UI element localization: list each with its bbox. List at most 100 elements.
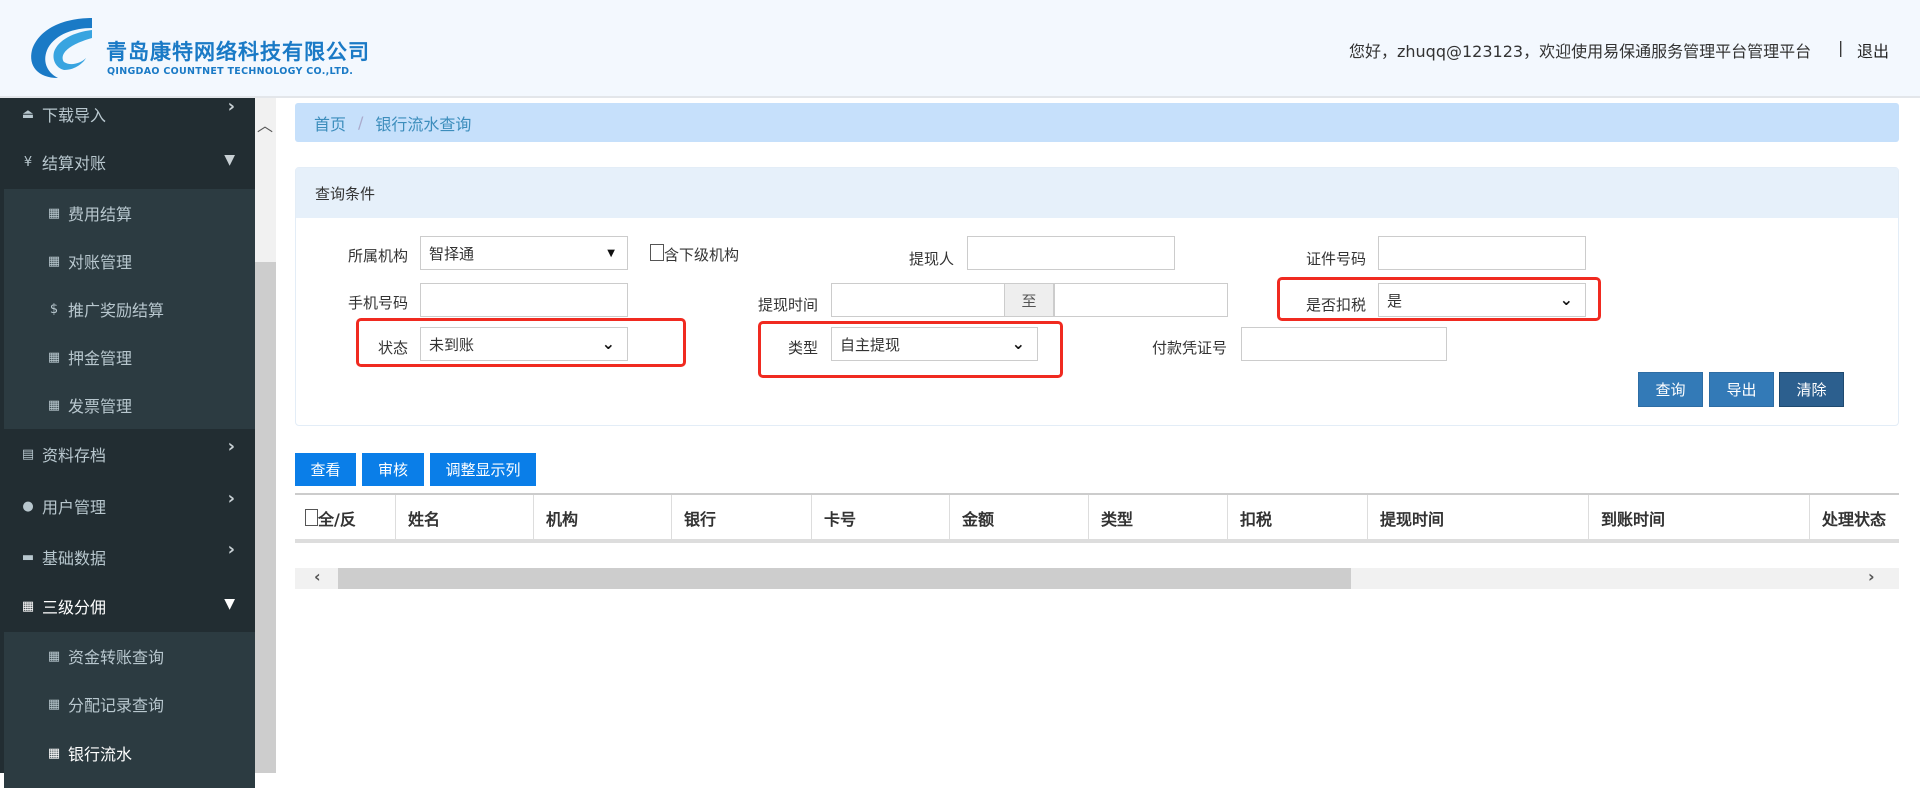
sidebar-item-label: 下载导入	[42, 106, 107, 125]
column-withdraw-time: 提现时间	[1368, 495, 1589, 540]
withdrawer-input[interactable]	[967, 236, 1175, 270]
highlight-box-type	[758, 321, 1063, 378]
include-sub-checkbox[interactable]	[650, 244, 664, 261]
chevron-right-icon: ›	[227, 96, 235, 117]
grid-icon: ▦	[47, 349, 61, 365]
sidebar-item-label: 用户管理	[42, 498, 107, 517]
breadcrumb-separator: /	[358, 113, 364, 132]
sidebar-item-download-import[interactable]: ⏏ 下载导入 ›	[0, 90, 255, 138]
org-label: 所属机构	[347, 247, 408, 265]
download-icon: ⏏	[21, 106, 35, 122]
company-logo	[31, 18, 93, 78]
grid-icon: ▦	[21, 598, 35, 614]
user-icon: ●	[22, 498, 34, 514]
view-button[interactable]: 查看	[295, 453, 356, 486]
scroll-left-icon[interactable]: ‹	[314, 567, 321, 586]
chevron-down-icon: ▼	[224, 152, 235, 168]
chevron-right-icon: ›	[227, 488, 235, 509]
scroll-up-icon[interactable]: ︿	[257, 112, 273, 136]
breadcrumb-home[interactable]: 首页	[314, 111, 346, 135]
grid-icon: ▦	[47, 253, 61, 269]
sidebar-item-settlement[interactable]: ¥ 结算对账 ▼	[0, 138, 255, 186]
column-process-status: 处理状态	[1822, 509, 1887, 529]
phone-input[interactable]	[420, 283, 628, 317]
sidebar-item-fee-settlement[interactable]: ▦ 费用结算	[4, 189, 255, 237]
grid-icon: ▦	[47, 745, 61, 761]
time-from-input[interactable]	[831, 283, 1005, 317]
audit-button[interactable]: 审核	[362, 453, 424, 486]
time-to-input[interactable]	[1054, 283, 1228, 317]
export-button[interactable]: 导出	[1709, 372, 1774, 407]
sidebar-item-users[interactable]: ● 用户管理 ›	[0, 482, 255, 530]
logout-link[interactable]: 退出	[1857, 38, 1889, 62]
table-header-border	[295, 539, 1899, 543]
id-number-input[interactable]	[1378, 236, 1586, 270]
adjust-columns-button[interactable]: 调整显示列	[430, 453, 536, 486]
query-panel-title: 查询条件	[296, 168, 1898, 218]
chevron-down-icon: ▼	[224, 596, 235, 612]
grid-icon: ▦	[47, 397, 61, 413]
header-separator: |	[1838, 38, 1844, 57]
column-amount: 金额	[950, 495, 1089, 540]
column-card: 卡号	[812, 495, 950, 540]
scroll-right-icon[interactable]: ›	[1868, 567, 1875, 586]
table-scroll-thumb[interactable]	[338, 568, 1351, 589]
sidebar-item-archive[interactable]: ▤ 资料存档 ›	[0, 430, 255, 478]
search-button[interactable]: 查询	[1638, 372, 1703, 407]
hdd-icon: ▬	[21, 549, 35, 565]
org-select[interactable]: 智择通 ▼	[420, 236, 628, 270]
sidebar-item-label: 押金管理	[68, 349, 133, 368]
sidebar-item-bank-flow[interactable]: ▦ 银行流水	[4, 729, 255, 777]
sidebar-item-label: 推广奖励结算	[68, 301, 165, 320]
voucher-input[interactable]	[1241, 327, 1447, 361]
sidebar-item-label: 资料存档	[42, 446, 107, 465]
company-name-cn: 青岛康特网络科技有限公司	[106, 40, 370, 64]
sidebar-item-deposit[interactable]: ▦ 押金管理	[4, 333, 255, 381]
breadcrumb: 首页 / 银行流水查询	[295, 103, 1899, 142]
sidebar-item-fund-transfer[interactable]: ▦ 资金转账查询	[4, 632, 255, 680]
dollar-icon: $	[49, 301, 59, 317]
column-bank: 银行	[672, 495, 812, 540]
sidebar-scroll-thumb[interactable]	[255, 262, 276, 773]
column-type: 类型	[1089, 495, 1228, 540]
welcome-text: 您好，zhuqq@123123，欢迎使用易保通服务管理平台管理平台	[1349, 42, 1812, 61]
yen-icon: ¥	[23, 154, 33, 170]
time-to-separator: 至	[1004, 283, 1054, 317]
sidebar-item-promo-reward[interactable]: $ 推广奖励结算	[4, 285, 255, 333]
sidebar-item-label: 对账管理	[68, 253, 133, 272]
sidebar-item-label: 分配记录查询	[68, 696, 165, 715]
chevron-right-icon: ›	[227, 539, 235, 560]
sidebar-item-invoice[interactable]: ▦ 发票管理	[4, 381, 255, 429]
sidebar-item-label: 资金转账查询	[68, 648, 165, 667]
sidebar: ⏏ 下载导入 › ¥ 结算对账 ▼ ▦ 费用结算 ▦ 对账管理 $ 推广奖励结算 ▦ 押金管理 …	[0, 96, 255, 788]
clear-button[interactable]: 清除	[1779, 372, 1844, 407]
sidebar-item-label: 银行流水	[68, 745, 133, 764]
phone-label: 手机号码	[347, 294, 408, 312]
sidebar-item-label: 三级分佣	[42, 598, 107, 617]
sidebar-item-commission[interactable]: ▦ 三级分佣 ▼	[0, 582, 255, 630]
column-arrival-time: 到账时间	[1589, 495, 1810, 540]
include-sub-label: 含下级机构	[664, 246, 740, 264]
header: 青岛康特网络科技有限公司 QINGDAO COUNTNET TECHNOLOGY…	[0, 0, 1920, 98]
sidebar-item-reconciliation[interactable]: ▦ 对账管理	[4, 237, 255, 285]
withdraw-time-label: 提现时间	[757, 296, 818, 314]
sidebar-item-basic-data[interactable]: ▬ 基础数据 ›	[0, 533, 255, 581]
voucher-label: 付款凭证号	[1151, 339, 1227, 357]
grid-icon: ▦	[47, 205, 61, 221]
sidebar-item-label: 发票管理	[68, 397, 133, 416]
company-name-en: QINGDAO COUNTNET TECHNOLOGY CO.,LTD.	[107, 66, 354, 77]
list-icon: ▤	[21, 446, 35, 462]
sidebar-item-label: 基础数据	[42, 549, 107, 568]
select-all-checkbox[interactable]	[305, 509, 318, 526]
highlight-box-tax	[1277, 277, 1601, 321]
column-org: 机构	[534, 495, 672, 540]
breadcrumb-current: 银行流水查询	[375, 114, 472, 134]
highlight-box-status	[356, 318, 686, 367]
column-label: 全/反	[318, 509, 356, 529]
withdrawer-label: 提现人	[908, 250, 954, 268]
grid-icon: ▦	[47, 696, 61, 712]
sidebar-item-distribution[interactable]: ▦ 分配记录查询	[4, 680, 255, 728]
caret-down-icon: ▼	[607, 248, 615, 259]
column-select-all[interactable]: 全/反	[295, 495, 396, 540]
chevron-right-icon: ›	[227, 436, 235, 457]
